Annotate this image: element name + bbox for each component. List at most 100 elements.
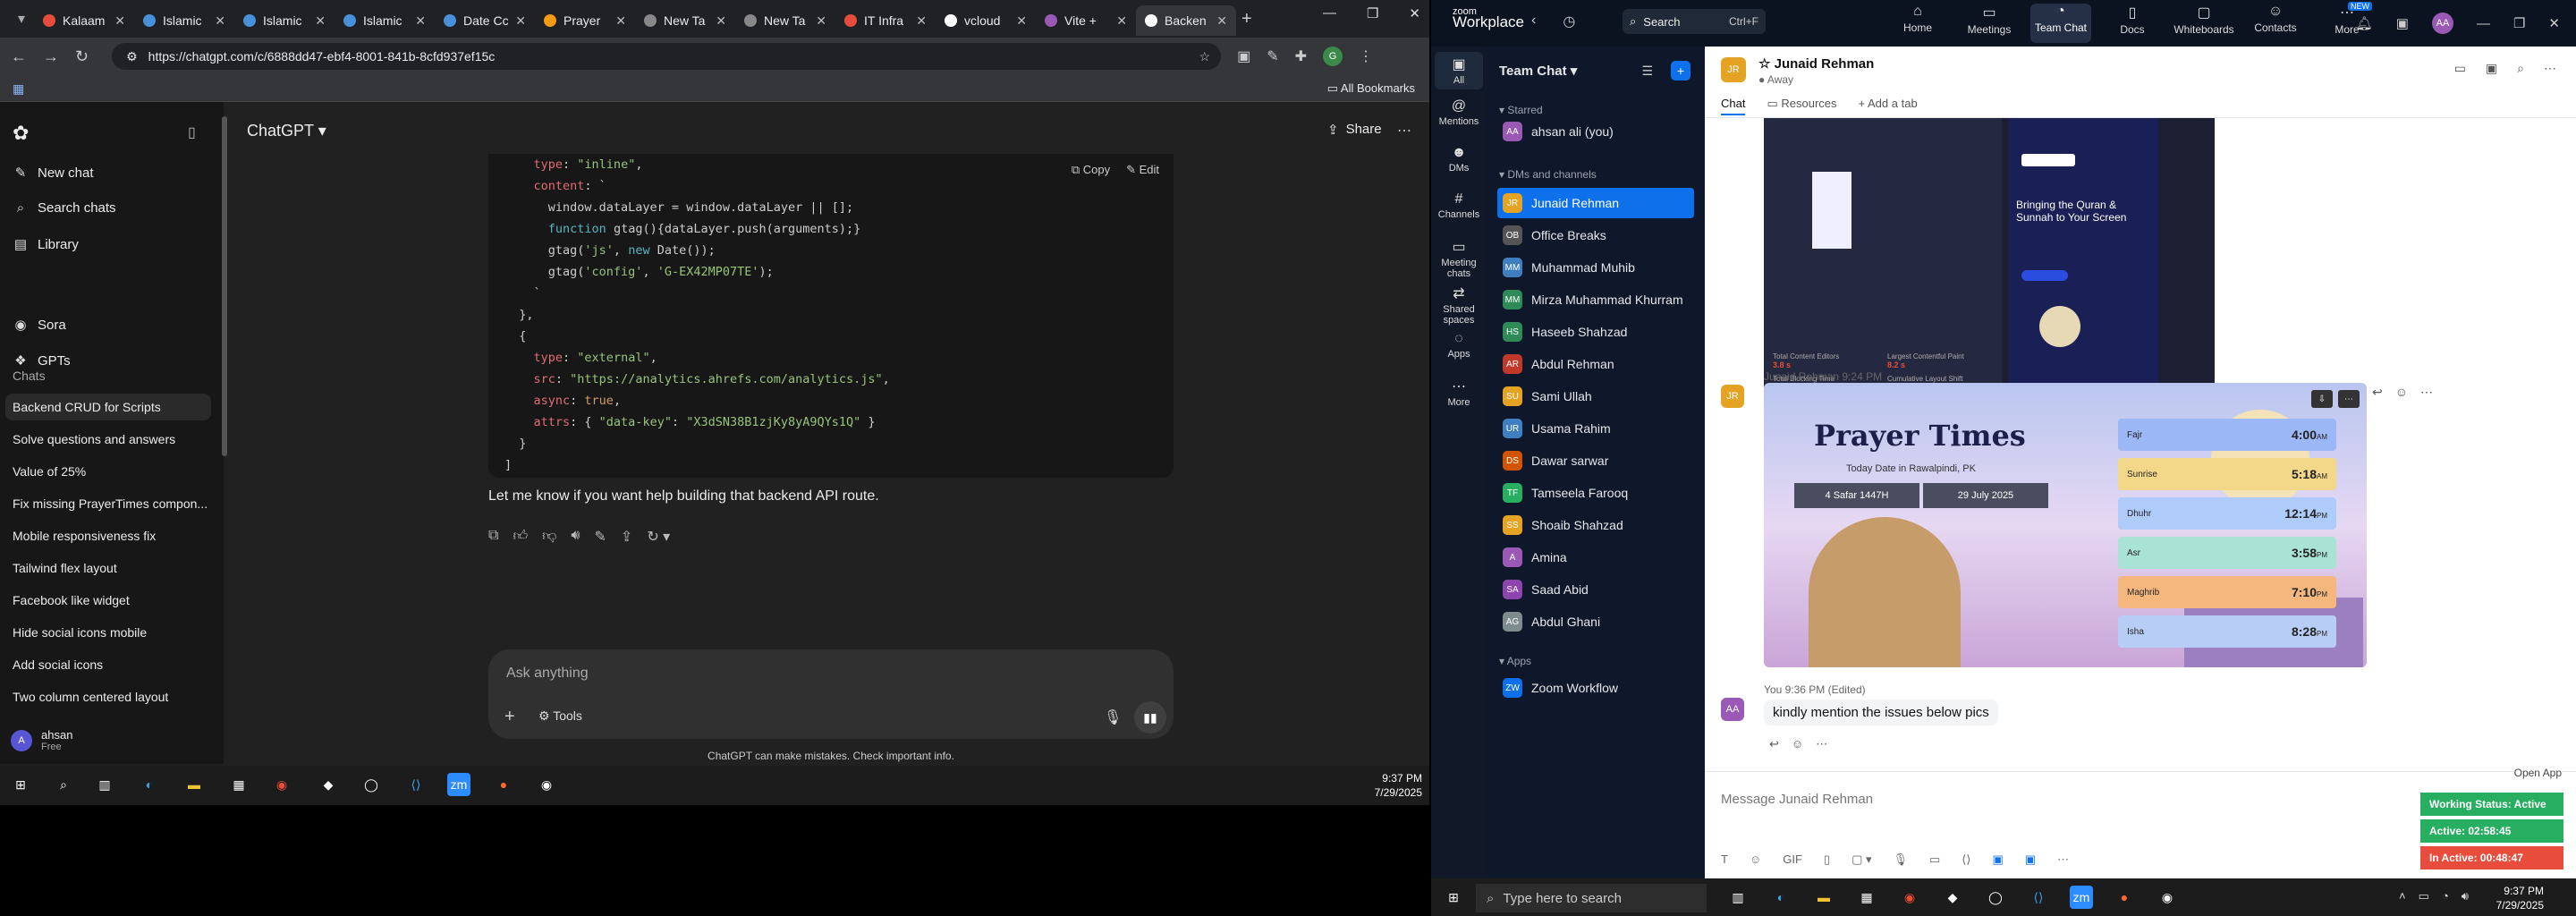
app-icon[interactable]: ◉ [535, 773, 558, 796]
pen-icon[interactable]: ✎ [1267, 47, 1278, 65]
file-explorer-icon[interactable]: ▬ [182, 773, 206, 796]
copy-button[interactable]: ⧉ Copy [1072, 163, 1110, 177]
tab-chat[interactable]: Chat [1721, 97, 1746, 115]
filter-icon[interactable]: ☰ [1641, 64, 1653, 79]
contact-item[interactable]: AR Abdul Rehman [1497, 349, 1694, 379]
shared-image-prayer-times[interactable]: Prayer Times Today Date in Rawalpindi, P… [1764, 383, 2367, 667]
sidebar-scrollbar[interactable] [222, 116, 227, 456]
thumbs-down-icon[interactable]: 👎︎ [542, 528, 556, 546]
history-icon[interactable]: ◷ [1563, 13, 1575, 30]
more-icon[interactable]: ⋯ [2057, 852, 2069, 867]
close-icon[interactable]: ✕ [2548, 15, 2560, 31]
screen-share-icon[interactable]: ▣ [2486, 61, 2497, 76]
postman-icon[interactable]: ● [492, 773, 515, 796]
tab-resources[interactable]: ▭ Resources [1767, 97, 1836, 115]
regenerate-icon[interactable]: ↻ ▾ [647, 528, 670, 546]
download-icon[interactable]: ⇩ [2311, 390, 2333, 408]
tab-contacts[interactable]: ☺ Contacts [2245, 4, 2306, 43]
contact-item[interactable]: HS Haseeb Shahzad [1497, 317, 1694, 347]
sidebar-item-sora[interactable]: ◉ Sora [13, 317, 65, 334]
screenshot-icon[interactable]: ▢ ▾ [1852, 852, 1871, 867]
audio-icon[interactable]: 🎙︎ [1893, 852, 1908, 867]
chrome-menu-icon[interactable]: ⋮ [1359, 47, 1373, 65]
apps-icon[interactable]: ▣ [2396, 15, 2409, 31]
more-icon[interactable]: ⋯ [2338, 390, 2360, 408]
sidebar-item-library[interactable]: ▤ Library [13, 236, 79, 253]
new-chat-button[interactable]: + [1671, 61, 1690, 81]
contact-item[interactable]: MM Mirza Muhammad Khurram [1497, 284, 1694, 315]
browser-tab[interactable]: Backen ✕ [1136, 5, 1236, 36]
bookmark-star-icon[interactable]: ☆ [1199, 49, 1211, 64]
voice-mode-icon[interactable]: ▮▮ [1134, 701, 1166, 734]
format-icon[interactable]: T [1721, 852, 1728, 867]
chat-history-item[interactable]: Backend CRUD for Scripts [5, 394, 211, 420]
browser-tab[interactable]: Vite + ✕ [1036, 5, 1136, 36]
shared-image-lighthouse[interactable]: Total Content Editors 3.8 s Largest Conten… [1764, 118, 2215, 401]
url-field[interactable]: ⚙ https://chatgpt.com/c/6888dd47-ebf4-80… [112, 43, 1222, 70]
vscode-icon[interactable]: ⟨⟩ [2027, 886, 2050, 909]
volume-icon[interactable]: 🔊︎ [2462, 889, 2469, 903]
my-message[interactable]: kindly mention the issues below pics [1764, 700, 1998, 725]
chrome-icon[interactable]: ◉ [1898, 886, 1921, 909]
contact-item[interactable]: AG Abdul Ghani [1497, 606, 1694, 637]
avatar[interactable]: AA [2431, 13, 2453, 34]
model-selector[interactable]: ChatGPT ▾ [247, 122, 326, 140]
emoji-icon[interactable]: ☺ [2395, 385, 2408, 400]
attach-plus-icon[interactable]: + [504, 707, 515, 727]
apps-heading[interactable]: ▾ Apps [1499, 655, 1531, 667]
rail-item-apps[interactable]: ◌ Apps [1431, 331, 1487, 360]
back-icon[interactable]: ← [11, 47, 27, 66]
taskbar-search[interactable]: ⌕ Type here to search [1476, 884, 1707, 912]
chat-contact-name[interactable]: ☆ Junaid Rehman [1758, 55, 1874, 72]
all-bookmarks[interactable]: ▭ All Bookmarks [1327, 81, 1415, 96]
contact-item[interactable]: UR Usama Rahim [1497, 413, 1694, 444]
close-icon[interactable]: ✕ [1409, 5, 1420, 21]
more-icon[interactable]: ⋯ [1816, 737, 1827, 751]
clock[interactable]: 9:37 PM 7/29/2025 [1375, 771, 1422, 800]
postman-icon[interactable]: ● [2113, 886, 2136, 909]
contact-item[interactable]: SA Saad Abid [1497, 574, 1694, 605]
message-input[interactable]: Message Junaid Rehman [1721, 792, 1873, 807]
rail-item-all[interactable]: ▣ All [1435, 52, 1483, 89]
tab-whiteboards[interactable]: ▢ Whiteboards [2174, 4, 2234, 43]
back-icon[interactable]: ‹ [1531, 13, 1536, 30]
contact-item[interactable]: SU Sami Ullah [1497, 381, 1694, 411]
avatar[interactable]: JR [1721, 57, 1746, 82]
chat-history-item[interactable]: Tailwind flex layout [0, 555, 215, 581]
video-message-icon[interactable]: ▭ [1929, 852, 1940, 867]
extension-icon[interactable]: ▣ [1237, 47, 1250, 65]
browser-tab[interactable]: Islamic ✕ [134, 5, 234, 36]
openai-logo-icon[interactable]: ✿ [13, 122, 29, 145]
store-icon[interactable]: ▦ [227, 773, 250, 796]
minimize-icon[interactable]: — [1323, 5, 1336, 21]
chat-history-item[interactable]: Facebook like widget [0, 587, 215, 614]
file-icon[interactable]: ▯ [1824, 852, 1830, 867]
message-input[interactable]: Ask anything [506, 666, 589, 682]
avatar[interactable]: AA [1721, 698, 1744, 721]
app-icon[interactable]: ◉ [2156, 886, 2179, 909]
contact-item[interactable]: MM Muhammad Muhib [1497, 252, 1694, 283]
tab-search-icon[interactable]: ▾ [9, 6, 34, 31]
rail-item-mentions[interactable]: @ Mentions [1431, 98, 1487, 127]
reply-icon[interactable]: ↩ [2372, 385, 2383, 400]
share-button[interactable]: ⇪ Share [1327, 122, 1382, 138]
user-menu[interactable]: A ahsan Free [11, 728, 72, 752]
read-aloud-icon[interactable]: 🔊︎ [571, 528, 580, 546]
profile-avatar[interactable]: G [1323, 47, 1343, 66]
more-icon[interactable]: ⋯ [2544, 61, 2556, 76]
store-icon[interactable]: ▦ [1855, 886, 1878, 909]
chat-history-item[interactable]: Solve questions and answers [0, 426, 215, 453]
chevron-up-icon[interactable]: ˄ [2399, 889, 2406, 903]
rail-item-shared-spaces[interactable]: ⇄ Shared spaces [1431, 284, 1487, 326]
rail-item-channels[interactable]: # Channels [1431, 191, 1487, 220]
team-chat-title[interactable]: Team Chat ▾ [1499, 63, 1577, 79]
contact-item[interactable]: A Amina [1497, 542, 1694, 572]
chat-history-item[interactable]: Add social icons [0, 651, 215, 678]
tab-meetings[interactable]: ▭ Meetings [1959, 4, 2020, 43]
rail-item-meeting-chats[interactable]: ▭ Meeting chats [1431, 238, 1487, 279]
code-icon[interactable]: ⟨⟩ [1962, 852, 1970, 867]
site-info-icon[interactable]: ⚙ [126, 49, 138, 64]
browser-tab[interactable]: New Ta ✕ [735, 5, 835, 36]
tab-close-icon[interactable]: ✕ [315, 13, 326, 29]
emoji-icon[interactable]: ☺ [1792, 737, 1803, 751]
